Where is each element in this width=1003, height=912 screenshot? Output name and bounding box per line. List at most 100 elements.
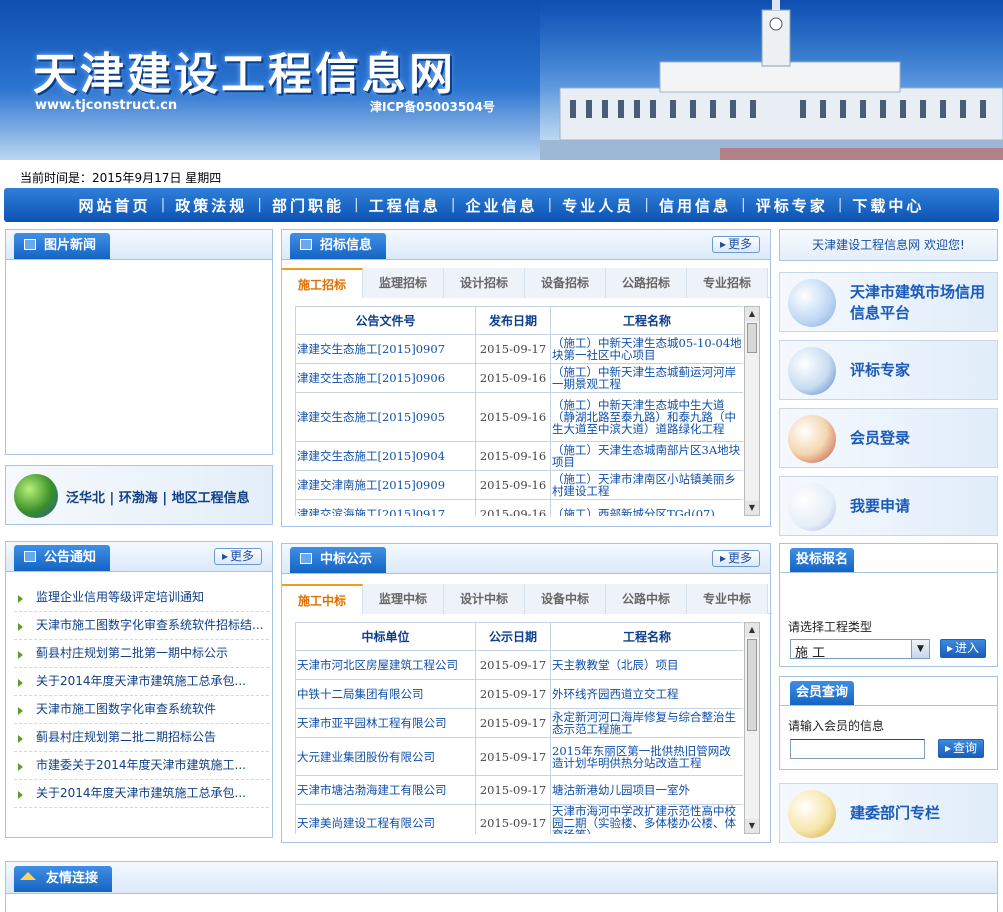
tab-supervision-award[interactable]: 监理中标 bbox=[363, 584, 444, 614]
region-link-text[interactable]: 泛华北 | 环渤海 | 地区工程信息 bbox=[66, 487, 250, 506]
user-group-icon bbox=[788, 415, 836, 463]
home-icon bbox=[20, 872, 36, 880]
login-label[interactable]: 会员登录 bbox=[850, 428, 910, 449]
table-row[interactable]: 天津市亚平园林工程有限公司 2015-09-17 永定新河河口海岸修复与综合整治生态… bbox=[295, 708, 743, 738]
notice-title: 公告通知 bbox=[14, 545, 111, 571]
chevron-down-icon[interactable]: ▼ bbox=[911, 640, 929, 658]
signup-title: 投标报名 bbox=[790, 548, 855, 572]
table-row[interactable]: 天津市塘沽渤海建工有限公司 2015-09-17 塘沽新港幼儿园项目一室外 bbox=[295, 775, 743, 805]
site-url: www.tjconstruct.cn bbox=[35, 98, 178, 113]
login-link[interactable]: 会员登录 bbox=[779, 408, 998, 468]
scroll-down-icon[interactable]: ▼ bbox=[745, 501, 759, 515]
list-item[interactable]: 关于2014年度天津市建筑施工总承包... bbox=[14, 780, 269, 808]
list-item[interactable]: 市建委关于2014年度天津市建筑施工... bbox=[14, 752, 269, 780]
member-prompt: 请输入会员的信息 bbox=[788, 719, 885, 733]
table-row[interactable]: 津建交生态施工[2015]0906 2015-09-16 （施工）中新天津生态城蓟运… bbox=[295, 363, 743, 393]
nav-departments[interactable]: 部门职能 bbox=[272, 195, 344, 216]
credit-platform-label[interactable]: 天津市建筑市场信用信息平台 bbox=[850, 282, 990, 324]
award-table: 中标单位 公示日期 工程名称 天津市河北区房屋建筑工程公司 2015-09-17 天主教… bbox=[295, 622, 743, 834]
query-button[interactable]: 查询 bbox=[938, 739, 984, 758]
award-scrollbar[interactable]: ▲ ▼ bbox=[744, 622, 760, 834]
nav-home[interactable]: 网站首页 bbox=[79, 195, 151, 216]
table-row[interactable]: 天津市河北区房屋建筑工程公司 2015-09-17 天主教教堂（北辰）项目 bbox=[295, 650, 743, 680]
list-item[interactable]: 蓟县村庄规划第二批二期招标公告 bbox=[14, 724, 269, 752]
signup-prompt: 请选择工程类型 bbox=[788, 620, 873, 634]
credit-platform-link[interactable]: 天津市建筑市场信用信息平台 bbox=[779, 272, 998, 332]
nav-experts[interactable]: 评标专家 bbox=[756, 195, 828, 216]
site-banner: 天津建设工程信息网 www.tjconstruct.cn 津ICP备050035… bbox=[0, 0, 1003, 160]
col-header: 公告文件号 bbox=[295, 306, 476, 335]
bidding-more-button[interactable]: 更多 bbox=[712, 236, 760, 253]
tab-specialty-bid[interactable]: 专业招标 bbox=[687, 268, 768, 298]
list-item[interactable]: 天津市施工图数字化审查系统软件 bbox=[14, 696, 269, 724]
tab-equipment-bid[interactable]: 设备招标 bbox=[525, 268, 606, 298]
table-row[interactable]: 津建交津南施工[2015]0909 2015-09-16 （施工）天津市津南区小站镇… bbox=[295, 470, 743, 500]
col-header: 公示日期 bbox=[475, 622, 551, 651]
pen-icon bbox=[788, 483, 836, 531]
experts-link[interactable]: 评标专家 bbox=[779, 340, 998, 400]
tab-specialty-award[interactable]: 专业中标 bbox=[687, 584, 768, 614]
bidding-title: 招标信息 bbox=[290, 233, 387, 259]
nav-projects[interactable]: 工程信息 bbox=[369, 195, 441, 216]
picnews-panel: 图片新闻 bbox=[5, 229, 273, 455]
main-nav: 网站首页 | 政策法规 | 部门职能 | 工程信息 | 企业信息 | 专业人员 | 信用信息… bbox=[4, 188, 999, 222]
notice-list: 监理企业信用等级评定培训通知 天津市施工图数字化审查系统软件招标结... 蓟县村… bbox=[14, 584, 269, 808]
globe-icon bbox=[14, 474, 58, 518]
award-title: 中标公示 bbox=[290, 547, 387, 573]
list-item[interactable]: 天津市施工图数字化审查系统软件招标结... bbox=[14, 612, 269, 640]
table-row[interactable]: 津建交生态施工[2015]0907 2015-09-17 （施工）中新天津生态城05… bbox=[295, 334, 743, 364]
tab-construction-award[interactable]: 施工中标 bbox=[282, 584, 363, 614]
bidding-table: 公告文件号 发布日期 工程名称 津建交生态施工[2015]0907 2015-09-1… bbox=[295, 306, 743, 516]
tab-construction-bid[interactable]: 施工招标 bbox=[282, 268, 363, 298]
award-more-button[interactable]: 更多 bbox=[712, 550, 760, 567]
folder-icon bbox=[788, 790, 836, 838]
notice-more-button[interactable]: 更多 bbox=[214, 548, 262, 565]
table-row[interactable]: 大元建业集团股份有限公司 2015-09-17 2015年东丽区第一批供热旧管网改造… bbox=[295, 737, 743, 776]
links-title: 友情连接 bbox=[14, 866, 113, 892]
scroll-down-icon[interactable]: ▼ bbox=[745, 819, 759, 833]
scroll-up-icon[interactable]: ▲ bbox=[745, 623, 759, 637]
list-item[interactable]: 蓟县村庄规划第二批第一期中标公示 bbox=[14, 640, 269, 668]
experts-icon bbox=[788, 347, 836, 395]
member-search-input[interactable] bbox=[790, 739, 925, 759]
current-time: 当前时间是：2015年9月17日 星期四 bbox=[20, 171, 222, 185]
nav-downloads[interactable]: 下载中心 bbox=[852, 195, 924, 216]
tab-highway-award[interactable]: 公路中标 bbox=[606, 584, 687, 614]
table-row[interactable]: 津建交生态施工[2015]0904 2015-09-16 （施工）天津生态城南部片区… bbox=[295, 441, 743, 471]
credit-platform-icon bbox=[788, 279, 836, 327]
table-row[interactable]: 中铁十二局集团有限公司 2015-09-17 外环线齐园西道立交工程 bbox=[295, 679, 743, 709]
tab-equipment-award[interactable]: 设备中标 bbox=[525, 584, 606, 614]
links-panel: 友情连接 bbox=[5, 861, 998, 912]
tab-design-bid[interactable]: 设计招标 bbox=[444, 268, 525, 298]
member-title: 会员查询 bbox=[790, 681, 855, 705]
award-table-viewport: 中标单位 公示日期 工程名称 天津市河北区房屋建筑工程公司 2015-09-17 天主教… bbox=[295, 622, 743, 834]
table-row[interactable]: 津建交滨海施工[2015]0917 2015-09-16 （施工）西部新城分区TGd… bbox=[295, 499, 743, 516]
bidding-scrollbar[interactable]: ▲ ▼ bbox=[744, 306, 760, 516]
panel-icon bbox=[24, 239, 36, 250]
apply-label[interactable]: 我要申请 bbox=[850, 496, 910, 517]
bidding-panel: 招标信息 更多 施工招标 监理招标 设计招标 设备招标 公路招标 专业招标 公告… bbox=[281, 229, 772, 527]
nav-policy[interactable]: 政策法规 bbox=[175, 195, 247, 216]
nav-credit[interactable]: 信用信息 bbox=[659, 195, 731, 216]
table-row[interactable]: 天津美尚建设工程有限公司 2015-09-17 天津市海河中学改扩建示范性高中校园二… bbox=[295, 804, 743, 834]
tab-design-award[interactable]: 设计中标 bbox=[444, 584, 525, 614]
scroll-thumb[interactable] bbox=[747, 323, 757, 353]
list-item[interactable]: 监理企业信用等级评定培训通知 bbox=[14, 584, 269, 612]
nav-professionals[interactable]: 专业人员 bbox=[562, 195, 634, 216]
list-item[interactable]: 关于2014年度天津市建筑施工总承包... bbox=[14, 668, 269, 696]
apply-link[interactable]: 我要申请 bbox=[779, 476, 998, 536]
tab-supervision-bid[interactable]: 监理招标 bbox=[363, 268, 444, 298]
dept-column-label[interactable]: 建委部门专栏 bbox=[850, 803, 940, 824]
picnews-title: 图片新闻 bbox=[14, 233, 111, 259]
project-type-select[interactable]: 施 工 ▼ bbox=[790, 639, 930, 661]
nav-companies[interactable]: 企业信息 bbox=[465, 195, 537, 216]
scroll-up-icon[interactable]: ▲ bbox=[745, 307, 759, 321]
scroll-thumb[interactable] bbox=[747, 639, 757, 731]
tab-highway-bid[interactable]: 公路招标 bbox=[606, 268, 687, 298]
table-row[interactable]: 津建交生态施工[2015]0905 2015-09-16 （施工）中新天津生态城中生… bbox=[295, 392, 743, 442]
welcome-banner: 天津建设工程信息网 欢迎您! bbox=[779, 229, 998, 261]
experts-label[interactable]: 评标专家 bbox=[850, 360, 910, 381]
dept-column-link[interactable]: 建委部门专栏 bbox=[779, 783, 998, 843]
enter-button[interactable]: 进入 bbox=[940, 639, 986, 658]
region-link-panel[interactable]: 泛华北 | 环渤海 | 地区工程信息 bbox=[5, 465, 273, 525]
